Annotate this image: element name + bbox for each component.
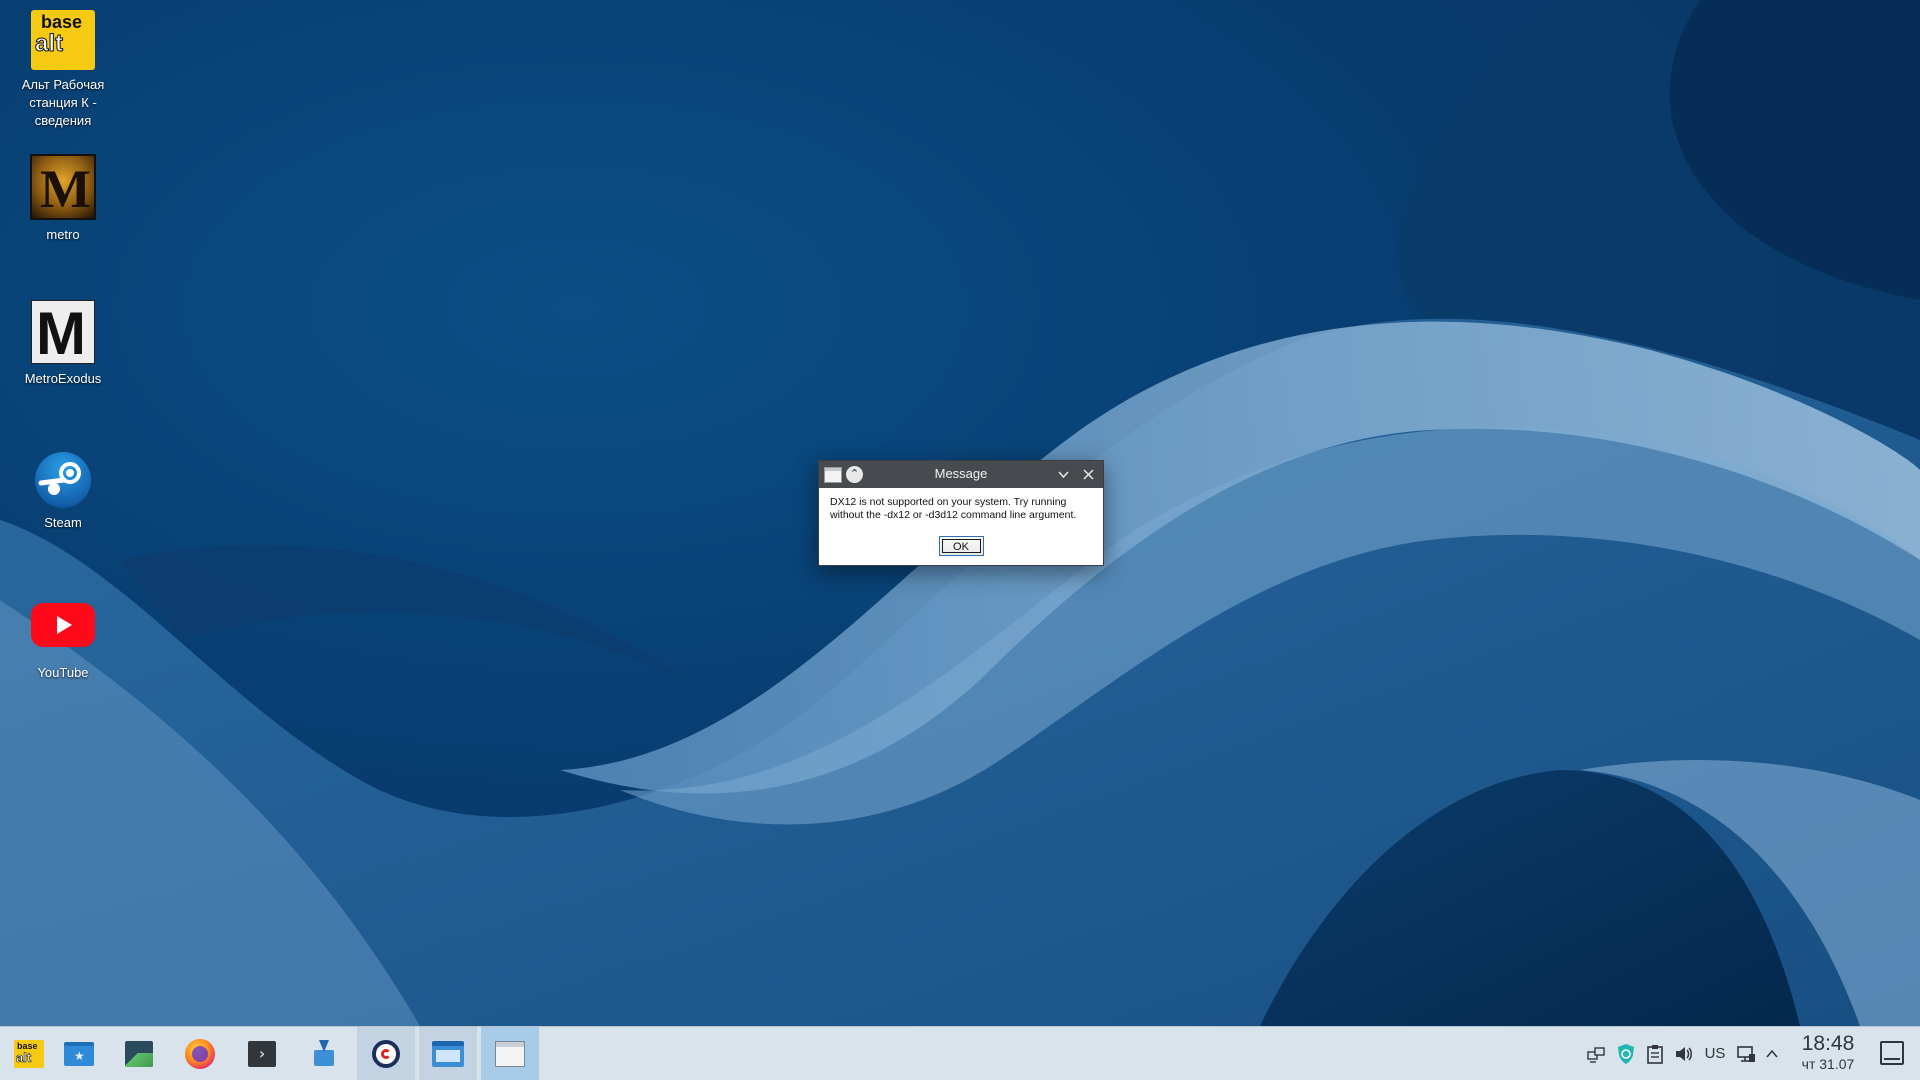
file-manager-icon <box>432 1040 464 1067</box>
metro-game-icon: M <box>30 154 96 220</box>
taskbar: base alt ★ › US 18:48 чт 31.07 <box>0 1026 1920 1080</box>
system-monitor-icon <box>125 1040 153 1067</box>
taskbar-terminal[interactable]: › <box>233 1027 291 1080</box>
tray-security[interactable] <box>1614 1027 1638 1080</box>
tray-clipboard[interactable] <box>1643 1027 1667 1080</box>
steam-icon <box>35 452 91 508</box>
desktop-icon-label: Steam <box>44 515 82 530</box>
desktop-icon-steam[interactable]: Steam <box>5 447 121 532</box>
basealt-logo-icon: base alt <box>14 1039 44 1068</box>
digital-clock[interactable]: 18:48 чт 31.07 <box>1778 1032 1878 1072</box>
chevron-up-icon <box>1766 1049 1778 1057</box>
folder-star-icon: ★ <box>64 1041 94 1066</box>
taskbar-message-window[interactable] <box>481 1027 539 1080</box>
shield-icon <box>1618 1043 1634 1064</box>
tray-network-shared[interactable] <box>1584 1027 1608 1080</box>
desktop-icon-youtube[interactable]: YouTube <box>5 592 121 682</box>
discover-icon <box>309 1039 339 1068</box>
taskbar-home-folder[interactable]: ★ <box>50 1027 108 1080</box>
volume-icon <box>1676 1046 1692 1061</box>
metro-exodus-icon: M <box>31 300 95 367</box>
clipboard-icon <box>1647 1044 1663 1064</box>
dialog-button-row: OK <box>819 536 1103 556</box>
tray-keyboard-layout[interactable]: US <box>1700 1027 1730 1080</box>
minimize-chevron-icon[interactable] <box>1054 465 1073 484</box>
play-icon <box>57 616 72 634</box>
circle-app-icon <box>372 1039 400 1068</box>
ok-button[interactable]: OK <box>938 536 984 556</box>
show-desktop-icon[interactable] <box>1880 1041 1904 1065</box>
youtube-icon <box>31 603 95 647</box>
desktop-icon-basealt[interactable]: base alt Альт Рабочая станция К - сведен… <box>5 10 121 130</box>
terminal-icon: › <box>248 1040 276 1067</box>
display-icon <box>1737 1045 1755 1062</box>
desktop-icon-metro[interactable]: M metro <box>5 154 121 244</box>
taskbar-system-monitor[interactable] <box>110 1027 168 1080</box>
desktop-icon-label: MetroExodus <box>24 371 102 386</box>
window-icon <box>495 1040 525 1067</box>
tray-display[interactable] <box>1734 1027 1758 1080</box>
firefox-icon <box>185 1038 215 1069</box>
close-icon[interactable] <box>1079 465 1098 484</box>
taskbar-file-manager[interactable] <box>419 1027 477 1080</box>
taskbar-firefox[interactable] <box>171 1027 229 1080</box>
shared-network-icon <box>1587 1046 1605 1063</box>
keyboard-layout-label: US <box>1704 1045 1726 1062</box>
clock-time: 18:48 <box>1801 1032 1855 1055</box>
dialog-titlebar[interactable]: ⌃ Message <box>819 461 1103 488</box>
desktop-icon-metro-exodus[interactable]: M MetroExodus <box>5 300 121 388</box>
desktop-icon-label: Альт Рабочая станция К - сведения <box>21 77 105 128</box>
desktop-icon-label: metro <box>46 227 80 242</box>
taskbar-game-launcher[interactable] <box>357 1027 415 1080</box>
basealt-logo-icon: base alt <box>31 10 95 70</box>
taskbar-software-center[interactable] <box>295 1027 353 1080</box>
message-dialog: ⌃ Message DX12 is not supported on your … <box>818 460 1104 566</box>
dialog-message: DX12 is not supported on your system. Tr… <box>830 496 1077 521</box>
tray-volume[interactable] <box>1672 1027 1696 1080</box>
desktop-icon-label: YouTube <box>37 665 89 680</box>
clock-date: чт 31.07 <box>1801 1056 1855 1072</box>
